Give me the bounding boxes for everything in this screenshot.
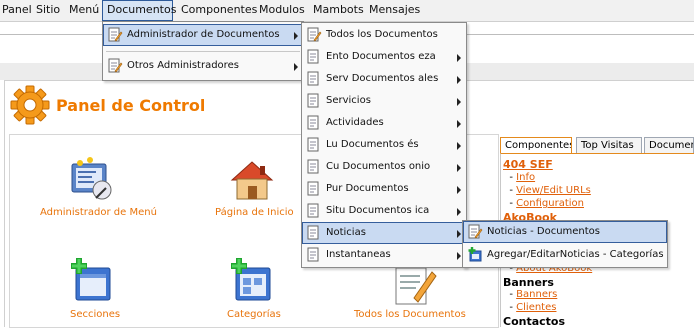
- administrador-submenu: Todos los Documentos Ento Documentos eza S…: [301, 22, 467, 268]
- submenu-item[interactable]: Cu Documentos onio: [302, 156, 466, 178]
- document-icon: [307, 93, 319, 108]
- submenu-item-label: Lu Documentos és: [326, 139, 419, 150]
- submenu-item[interactable]: Serv Documentos ales: [302, 68, 466, 90]
- submenu-arrow-icon: [457, 186, 461, 194]
- list-item[interactable]: - Clientes: [503, 302, 556, 313]
- submenu-arrow-icon: [457, 142, 461, 150]
- menu-menu[interactable]: Menú: [69, 0, 99, 21]
- add-category-icon: [468, 247, 482, 262]
- menu-mensajes[interactable]: Mensajes: [369, 0, 420, 21]
- home-page-label[interactable]: Página de Inicio: [215, 207, 294, 218]
- submenu-item[interactable]: Noticias: [302, 222, 466, 244]
- menu-manager-icon[interactable]: [66, 154, 118, 206]
- noticias-submenu: Noticias - Documentos Agregar/EditarNoti…: [462, 220, 668, 268]
- menu-item-administrador-documentos[interactable]: Administrador de Documentos: [103, 24, 303, 46]
- submenu-item-label: Situ Documentos ica: [326, 205, 430, 216]
- list-item[interactable]: - Configuration: [503, 198, 584, 209]
- list-item: Banners: [503, 276, 554, 289]
- document-icon: [307, 49, 319, 64]
- submenu-arrow-icon: [457, 252, 461, 260]
- sections-label[interactable]: Secciones: [70, 309, 120, 320]
- submenu-item[interactable]: Todos los Documentos: [302, 24, 466, 46]
- tab-top-visitas[interactable]: Top Visitas: [576, 137, 642, 153]
- submenu-item[interactable]: Actividades: [302, 112, 466, 134]
- submenu-item-label: Servicios: [326, 95, 371, 106]
- submenu-item-label: Ento Documentos eza: [326, 51, 436, 62]
- submenu-arrow-icon: [457, 208, 461, 216]
- list-item: Contactos: [503, 315, 566, 328]
- submenu-item-label: Todos los Documentos: [326, 29, 438, 40]
- panel-title: Panel de Control: [56, 96, 206, 115]
- menu-manager-label[interactable]: Administrador de Menú: [40, 207, 157, 218]
- list-item[interactable]: - View/Edit URLs: [503, 185, 591, 196]
- submenu-item-label: Serv Documentos ales: [326, 73, 439, 84]
- submenu-item[interactable]: Servicios: [302, 90, 466, 112]
- submenu-item[interactable]: Lu Documentos és: [302, 134, 466, 156]
- menubar: Panel Sitio Menú Documentos Componentes …: [0, 0, 694, 22]
- document-edit-icon: [108, 27, 123, 42]
- submenu-arrow-icon: [457, 54, 461, 62]
- submenu-arrow-icon: [457, 164, 461, 172]
- document-edit-icon: [307, 27, 322, 42]
- categories-icon[interactable]: [226, 256, 278, 308]
- submenu-arrow-icon: [457, 230, 461, 238]
- gear-icon: [10, 85, 50, 125]
- tab-componentes[interactable]: Componentes: [500, 137, 572, 154]
- menu-documentos[interactable]: Documentos: [102, 0, 176, 21]
- menu-sitio[interactable]: Sitio: [36, 0, 60, 21]
- submenu-item-label: Instantaneas: [326, 249, 391, 260]
- all-documents-label[interactable]: Todos los Documentos: [354, 309, 466, 320]
- home-page-icon[interactable]: [226, 154, 278, 206]
- document-icon: [307, 159, 319, 174]
- menu-panel[interactable]: Panel: [2, 0, 32, 21]
- menu-item-agregar-editar-noticias[interactable]: Agregar/EditarNoticias - Categorías: [463, 244, 667, 266]
- list-item[interactable]: - Banners: [503, 289, 557, 300]
- document-icon: [307, 203, 319, 218]
- submenu-item[interactable]: Pur Documentos: [302, 178, 466, 200]
- sections-icon[interactable]: [66, 256, 118, 308]
- submenu-item-label: Actividades: [326, 117, 384, 128]
- menu-mambots[interactable]: Mambots: [313, 0, 364, 21]
- tab-documentos[interactable]: Documen: [644, 137, 694, 153]
- submenu-item-label: Cu Documentos onio: [326, 161, 431, 172]
- submenu-item[interactable]: Situ Documentos ica: [302, 200, 466, 222]
- menu-item-noticias-documentos[interactable]: Noticias - Documentos: [463, 221, 667, 243]
- submenu-arrow-icon: [457, 98, 461, 106]
- categories-label[interactable]: Categorías: [227, 309, 281, 320]
- list-item[interactable]: - Info: [503, 172, 535, 183]
- submenu-item[interactable]: Ento Documentos eza: [302, 46, 466, 68]
- document-icon: [307, 71, 319, 86]
- submenu-arrow-icon: [457, 76, 461, 84]
- document-edit-icon: [468, 224, 483, 239]
- document-icon: [307, 181, 319, 196]
- menu-componentes[interactable]: Componentes: [181, 0, 257, 21]
- documentos-menu: Administrador de Documentos Otros Admini…: [102, 21, 304, 81]
- document-icon: [307, 225, 319, 240]
- document-icon: [307, 115, 319, 130]
- menu-modulos[interactable]: Modulos: [259, 0, 305, 21]
- list-item[interactable]: 404 SEF: [503, 158, 553, 171]
- document-icon: [307, 247, 319, 262]
- submenu-item-label: Pur Documentos: [326, 183, 409, 194]
- menu-item-otros-administradores[interactable]: Otros Administradores: [103, 55, 303, 77]
- document-edit-icon: [108, 58, 123, 73]
- submenu-item-label: Noticias: [326, 227, 366, 238]
- submenu-arrow-icon: [457, 120, 461, 128]
- submenu-item[interactable]: Instantaneas: [302, 244, 466, 266]
- document-icon: [307, 137, 319, 152]
